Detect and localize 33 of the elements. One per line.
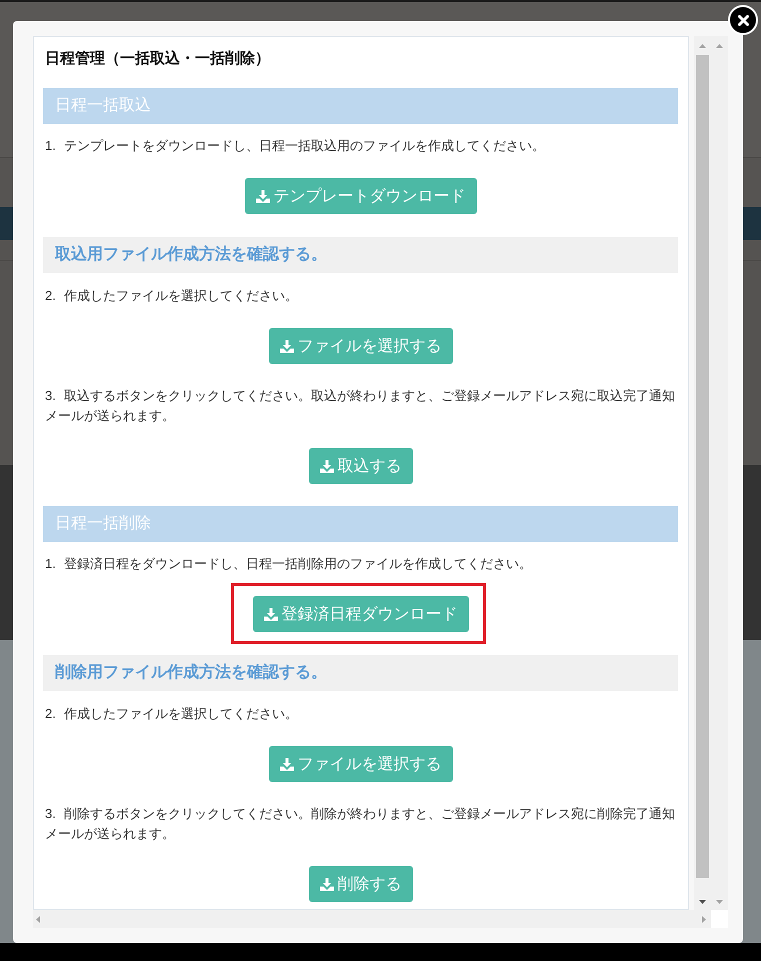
right-arrow-icon[interactable] <box>702 916 706 922</box>
up-arrow-icon[interactable] <box>716 44 723 48</box>
scrollbar-thumb[interactable] <box>696 55 709 878</box>
download-icon <box>280 340 294 352</box>
instruction-text: 1. 登録済日程をダウンロードし、日程一括削除用のファイルを作成してください。 <box>44 555 533 573</box>
instruction-text: 3. 取込するボタンをクリックしてください。取込が終わりますと、ご登録メールアドレス宛に取込完了通知メールが送られます。 <box>44 387 676 425</box>
download-icon <box>280 758 294 770</box>
download-button[interactable]: 登録済日程ダウンロード <box>252 596 468 632</box>
download-button[interactable]: 取込する <box>308 448 412 484</box>
download-icon <box>256 190 270 202</box>
instruction-text: 1. テンプレートをダウンロードし、日程一括取込用のファイルを作成してください。 <box>44 137 546 155</box>
left-arrow-icon[interactable] <box>36 916 40 922</box>
download-button[interactable]: テンプレートダウンロード <box>244 178 476 214</box>
horizontal-scrollbar[interactable] <box>33 910 711 928</box>
down-arrow-icon[interactable] <box>699 900 706 904</box>
download-icon <box>320 878 334 890</box>
vertical-scrollbar[interactable] <box>711 36 728 910</box>
help-link[interactable]: 削除用ファイル作成方法を確認する。 <box>43 655 678 691</box>
download-button[interactable]: ファイルを選択する <box>268 746 452 782</box>
instruction-text: 3. 削除するボタンをクリックしてください。削除が終わりますと、ご登録メールアドレス宛に削除完了通知メールが送られます。 <box>44 805 676 843</box>
download-button[interactable]: 削除する <box>308 866 412 902</box>
up-arrow-icon[interactable] <box>699 44 706 48</box>
section-heading: 日程一括取込 <box>43 88 678 124</box>
vertical-scrollbar[interactable] <box>694 36 711 910</box>
help-link[interactable]: 取込用ファイル作成方法を確認する。 <box>43 237 678 273</box>
close-icon <box>738 14 748 26</box>
section-heading: 日程一括削除 <box>43 506 678 542</box>
download-icon <box>320 460 334 472</box>
instruction-text: 2. 作成したファイルを選択してください。 <box>44 705 299 723</box>
download-button[interactable]: ファイルを選択する <box>268 328 452 364</box>
dialog-title: 日程管理（一括取込・一括削除） <box>44 49 271 69</box>
download-icon <box>264 608 278 620</box>
instruction-text: 2. 作成したファイルを選択してください。 <box>44 287 299 305</box>
